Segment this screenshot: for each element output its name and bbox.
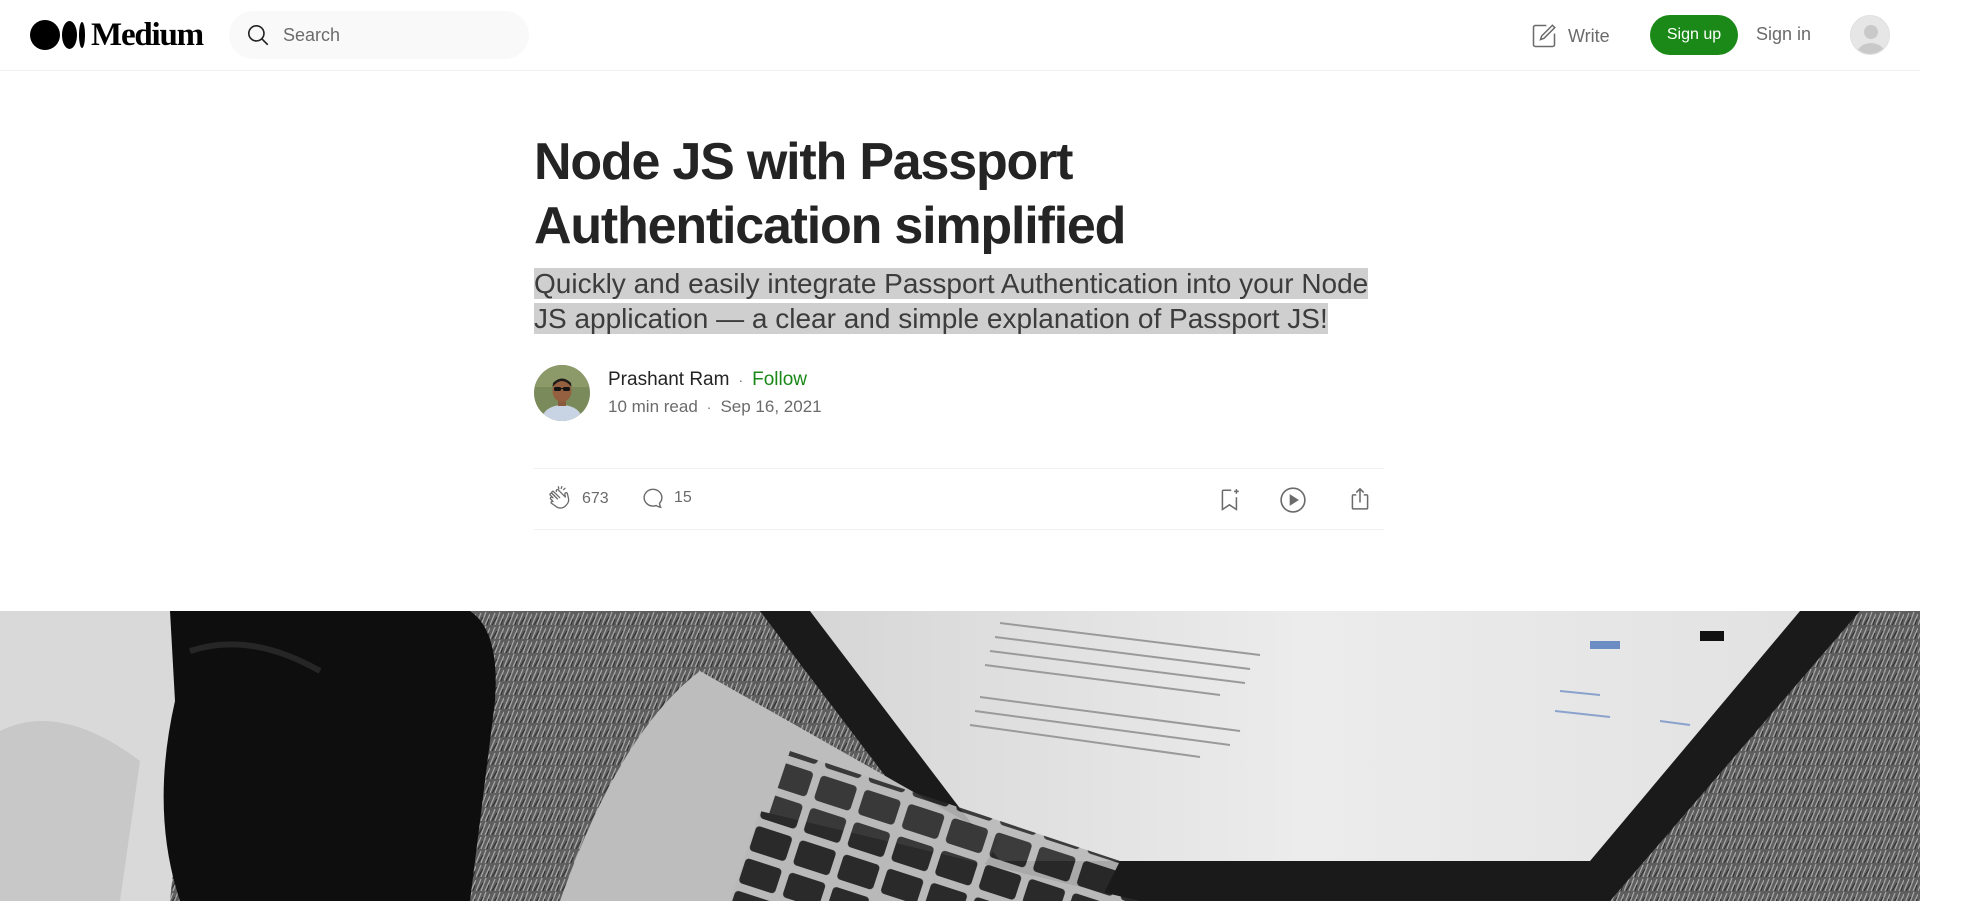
- author-name[interactable]: Prashant Ram: [608, 369, 729, 391]
- write-label: Write: [1568, 25, 1610, 46]
- responses-button[interactable]: 15: [640, 485, 692, 511]
- article-subtitle: Quickly and easily integrate Passport Au…: [534, 266, 1384, 336]
- clap-icon: [549, 485, 570, 509]
- clap-button[interactable]: 673: [546, 485, 609, 513]
- search-input[interactable]: [283, 24, 503, 46]
- logo-wordmark: Medium: [91, 16, 204, 53]
- article-action-bar: 673 15: [534, 468, 1384, 530]
- read-time: 10 min read: [608, 397, 698, 416]
- byline-author-row: Prashant Ram · Follow: [608, 369, 822, 391]
- follow-button[interactable]: Follow: [752, 369, 807, 391]
- sign-up-button[interactable]: Sign up: [1650, 15, 1738, 55]
- byline-meta-row: 10 min read · Sep 16, 2021: [608, 397, 822, 417]
- laptop-photo: [0, 611, 1920, 901]
- bookmark-button[interactable]: [1216, 485, 1244, 513]
- write-button[interactable]: Write: [1530, 20, 1610, 52]
- response-count: 15: [674, 489, 692, 506]
- share-button[interactable]: [1346, 485, 1374, 513]
- author-photo: [534, 365, 590, 421]
- article-header: Node JS with Passport Authentication sim…: [534, 130, 1384, 530]
- response-icon: [643, 488, 663, 509]
- byline: Prashant Ram · Follow 10 min read · Sep …: [534, 365, 1384, 421]
- article-title: Node JS with Passport Authentication sim…: [534, 133, 1126, 255]
- author-avatar[interactable]: [534, 365, 590, 421]
- user-avatar[interactable]: [1850, 15, 1890, 55]
- user-avatar-icon: [1851, 16, 1889, 54]
- listen-button[interactable]: [1278, 485, 1308, 515]
- write-icon: [1532, 24, 1556, 48]
- byline-text: Prashant Ram · Follow 10 min read · Sep …: [608, 369, 822, 417]
- separator-dot: ·: [738, 372, 744, 388]
- medium-logo[interactable]: Medium: [30, 16, 204, 53]
- top-nav: Medium Write Sign up Sign in: [0, 0, 1920, 71]
- hero-image: [0, 611, 1920, 901]
- bookmark-icon: [1221, 489, 1239, 511]
- publish-date: Sep 16, 2021: [720, 397, 822, 416]
- clap-count: 673: [582, 490, 609, 507]
- play-icon: [1280, 487, 1306, 513]
- share-icon: [1351, 487, 1369, 510]
- article-subtitle-text: Quickly and easily integrate Passport Au…: [534, 268, 1369, 334]
- medium-logo-icon: [30, 20, 85, 50]
- search-box[interactable]: [229, 11, 529, 59]
- sign-in-link[interactable]: Sign in: [1756, 24, 1811, 45]
- search-icon: [247, 24, 269, 46]
- separator-dot: ·: [706, 399, 712, 415]
